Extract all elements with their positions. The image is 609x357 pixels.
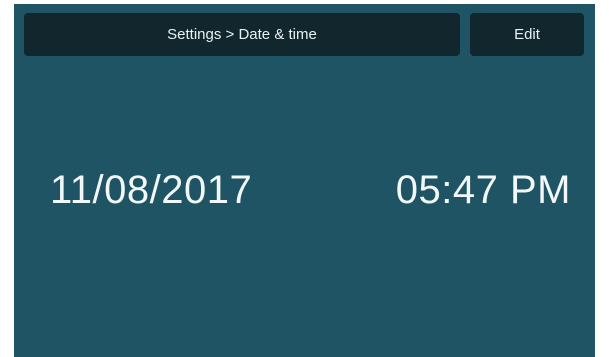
- edit-button[interactable]: Edit: [470, 13, 584, 56]
- breadcrumb-label: Settings > Date & time: [167, 26, 317, 43]
- edit-button-label: Edit: [514, 26, 540, 43]
- date-display: 11/08/2017: [50, 168, 253, 212]
- date-time-screen: Settings > Date & time Edit 11/08/2017 0…: [14, 4, 595, 357]
- time-display: 05:47 PM: [395, 168, 571, 212]
- breadcrumb: Settings > Date & time: [24, 13, 460, 56]
